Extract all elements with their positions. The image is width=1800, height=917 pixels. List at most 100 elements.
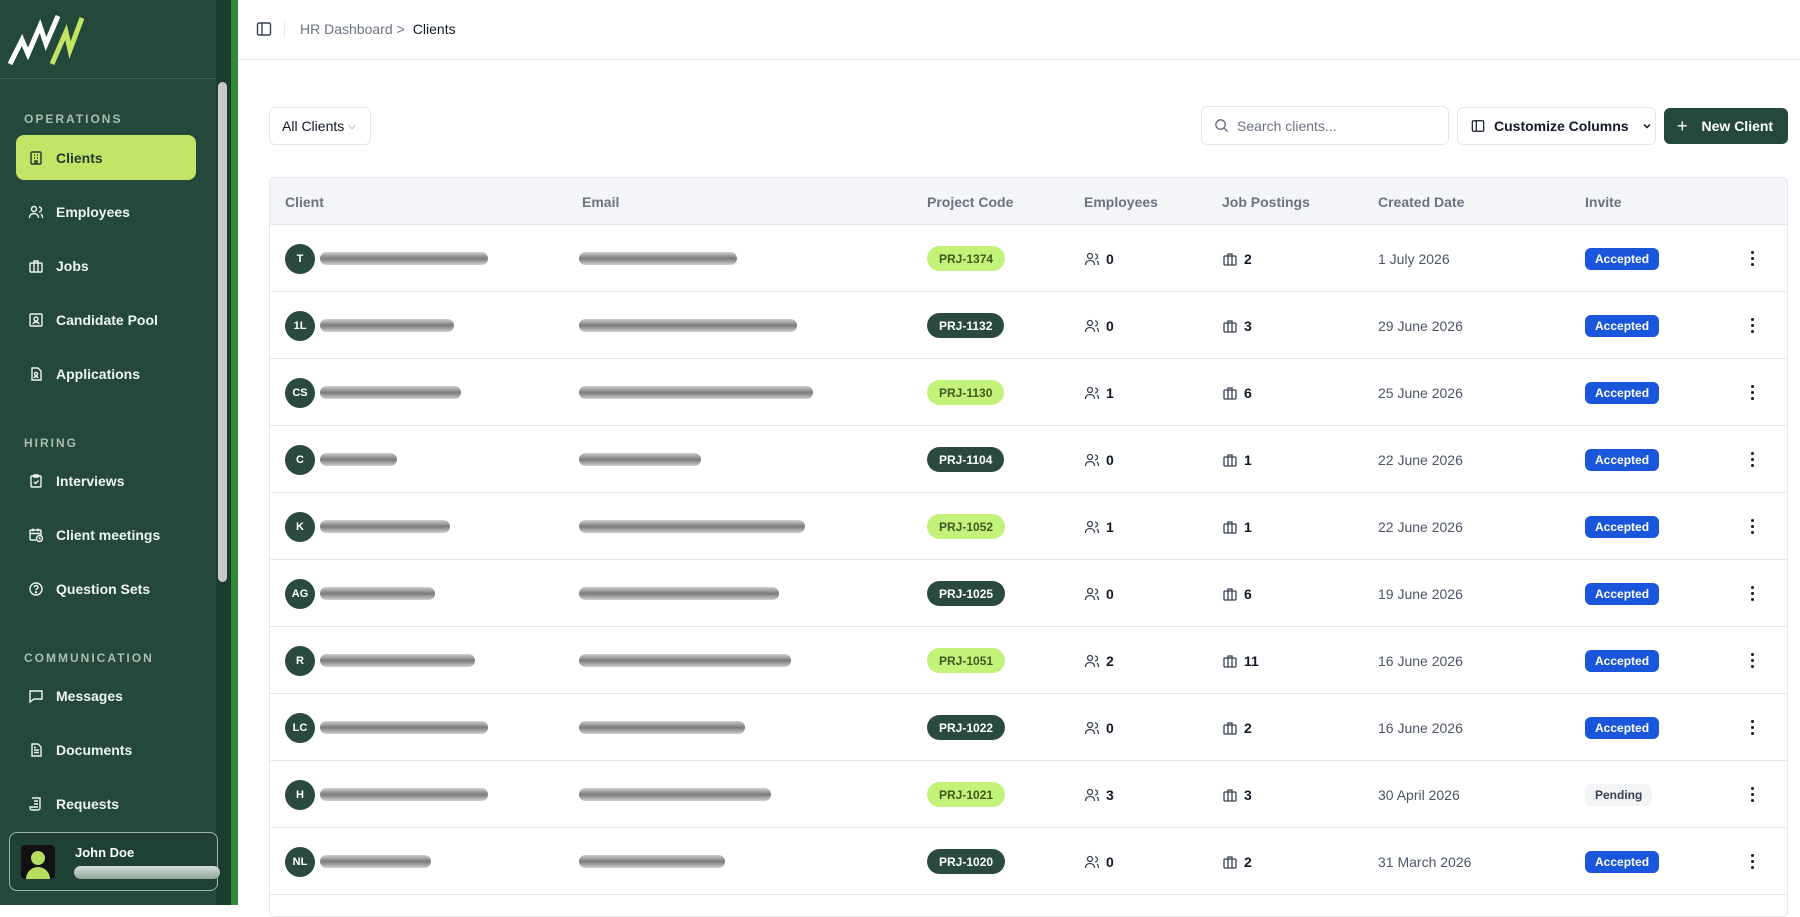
briefcase-icon bbox=[1223, 520, 1237, 534]
users-icon bbox=[1084, 788, 1100, 801]
sidebar-item-documents[interactable]: Documents bbox=[16, 727, 196, 772]
actions-cell bbox=[1742, 359, 1762, 426]
table-row[interactable]: LC PRJ-1022 0 2 16 June 2026 Accepted bbox=[270, 694, 1787, 761]
more-actions-icon[interactable] bbox=[1742, 852, 1762, 872]
client-name-redacted[interactable] bbox=[320, 855, 431, 868]
column-header-invite[interactable]: Invite bbox=[1585, 194, 1622, 210]
created-date: 16 June 2026 bbox=[1378, 719, 1463, 736]
more-actions-icon[interactable] bbox=[1742, 450, 1762, 470]
more-actions-icon[interactable] bbox=[1742, 517, 1762, 537]
email-redacted bbox=[579, 855, 725, 868]
table-row[interactable]: NL PRJ-1020 0 2 31 March 2026 Accepted bbox=[270, 828, 1787, 895]
job-postings-cell: 3 bbox=[1222, 761, 1252, 828]
project-code-cell: PRJ-1020 bbox=[927, 828, 1006, 895]
column-header-job-postings[interactable]: Job Postings bbox=[1222, 194, 1310, 210]
column-header-employees[interactable]: Employees bbox=[1084, 194, 1158, 210]
table-row[interactable]: AG PRJ-1025 0 6 19 June 2026 Accepted bbox=[270, 560, 1787, 627]
table-row[interactable]: CS PRJ-1130 1 6 25 June 2026 Accepted bbox=[270, 359, 1787, 426]
sidebar-item-jobs[interactable]: Jobs bbox=[16, 243, 196, 288]
invite-status-badge: Accepted bbox=[1585, 381, 1660, 404]
client-name-redacted[interactable] bbox=[320, 654, 475, 667]
client-name-redacted[interactable] bbox=[320, 453, 397, 466]
project-code-badge: PRJ-1104 bbox=[927, 447, 1005, 472]
client-filter-label: All Clients bbox=[282, 118, 345, 134]
sidebar-item-interviews[interactable]: Interviews bbox=[16, 458, 196, 503]
table-row[interactable]: C PRJ-1104 0 1 22 June 2026 Accepted bbox=[270, 426, 1787, 493]
job-postings-count: 1 bbox=[1244, 518, 1252, 535]
table-row[interactable]: 1L PRJ-1132 0 3 29 June 2026 Accepted bbox=[270, 292, 1787, 359]
client-name-redacted[interactable] bbox=[320, 721, 488, 734]
more-actions-icon[interactable] bbox=[1742, 383, 1762, 403]
sidebar-item-applications[interactable]: Applications bbox=[16, 351, 196, 396]
briefcase-icon bbox=[1223, 788, 1237, 802]
breadcrumb-parent[interactable]: HR Dashboard bbox=[300, 21, 393, 37]
logo-divider bbox=[0, 78, 216, 79]
job-postings-cell: 6 bbox=[1222, 560, 1252, 627]
new-client-button[interactable]: + New Client bbox=[1664, 108, 1788, 144]
invite-status-badge: Accepted bbox=[1585, 582, 1660, 605]
user-email-redacted bbox=[74, 866, 220, 879]
more-actions-icon[interactable] bbox=[1742, 249, 1762, 269]
briefcase-icon bbox=[1223, 587, 1237, 601]
briefcase-icon bbox=[1223, 386, 1237, 400]
sidebar-item-label: Applications bbox=[56, 365, 141, 382]
more-actions-icon[interactable] bbox=[1742, 785, 1762, 805]
customize-columns-button[interactable]: Customize Columns bbox=[1457, 107, 1656, 145]
section-title-operations: OPERATIONS bbox=[24, 112, 123, 126]
more-actions-icon[interactable] bbox=[1742, 718, 1762, 738]
column-header-created-date[interactable]: Created Date bbox=[1378, 194, 1464, 210]
column-header-email[interactable]: Email bbox=[582, 194, 619, 210]
sidebar-scrollbar[interactable] bbox=[218, 82, 227, 582]
employees-cell: 1 bbox=[1084, 493, 1114, 560]
sidebar-item-question-sets[interactable]: Question Sets bbox=[16, 566, 196, 611]
briefcase-icon bbox=[1223, 855, 1237, 869]
client-name-redacted[interactable] bbox=[320, 386, 461, 399]
table-row[interactable]: K PRJ-1052 1 1 22 June 2026 Accepted bbox=[270, 493, 1787, 560]
more-actions-icon[interactable] bbox=[1742, 651, 1762, 671]
table-row[interactable]: R PRJ-1051 2 11 16 June 2026 Accepted bbox=[270, 627, 1787, 694]
table-row[interactable]: H PRJ-1021 3 3 30 April 2026 Pending bbox=[270, 761, 1787, 828]
user-profile-card[interactable]: John Doe bbox=[9, 832, 220, 891]
invite-cell: Accepted bbox=[1585, 627, 1660, 694]
invite-status-badge: Accepted bbox=[1585, 716, 1660, 739]
more-actions-icon[interactable] bbox=[1742, 316, 1762, 336]
email-cell bbox=[574, 225, 737, 292]
brand-logo[interactable] bbox=[8, 10, 84, 66]
column-header-client[interactable]: Client bbox=[285, 194, 324, 210]
column-header-project-code[interactable]: Project Code bbox=[927, 194, 1013, 210]
client-name-redacted[interactable] bbox=[320, 587, 435, 600]
top-bar: HR Dashboard > Clients bbox=[238, 0, 1800, 60]
client-name-redacted[interactable] bbox=[320, 788, 488, 801]
sidebar-item-employees[interactable]: Employees bbox=[16, 189, 196, 234]
sidebar-item-clients[interactable]: Clients bbox=[16, 135, 196, 180]
project-code-cell: PRJ-1025 bbox=[927, 560, 1006, 627]
sidebar-toggle-icon[interactable] bbox=[256, 21, 272, 37]
sidebar-item-candidate-pool[interactable]: Candidate Pool bbox=[16, 297, 196, 342]
email-cell bbox=[574, 761, 771, 828]
customize-columns-label: Customize Columns bbox=[1494, 118, 1629, 134]
project-code-badge: PRJ-1052 bbox=[927, 514, 1006, 539]
table-row[interactable]: T PRJ-1374 0 2 1 July 2026 Accepted bbox=[270, 225, 1787, 292]
job-postings-count: 3 bbox=[1244, 786, 1252, 803]
search-box[interactable] bbox=[1201, 106, 1449, 145]
project-code-badge: PRJ-1020 bbox=[927, 849, 1006, 874]
employees-count: 0 bbox=[1106, 317, 1114, 334]
new-client-label: New Client bbox=[1701, 118, 1774, 134]
users-icon bbox=[1084, 252, 1100, 265]
sidebar-item-label: Interviews bbox=[56, 472, 125, 489]
client-avatar: H bbox=[285, 779, 315, 810]
more-actions-icon[interactable] bbox=[1742, 584, 1762, 604]
client-name-redacted[interactable] bbox=[320, 520, 450, 533]
users-icon bbox=[1084, 453, 1100, 466]
sidebar-item-client-meetings[interactable]: Client meetings bbox=[16, 512, 196, 557]
sidebar-item-requests[interactable]: Requests bbox=[16, 781, 196, 826]
client-name-redacted[interactable] bbox=[320, 319, 454, 332]
client-filter-dropdown[interactable]: All Clients ⌵ bbox=[269, 107, 371, 145]
topbar-divider bbox=[284, 20, 285, 38]
users-icon bbox=[1084, 520, 1100, 533]
email-cell bbox=[574, 828, 725, 895]
client-name-redacted[interactable] bbox=[320, 252, 488, 265]
search-input[interactable] bbox=[1237, 117, 1437, 134]
chevron-down-icon: ⌵ bbox=[348, 120, 356, 132]
sidebar-item-messages[interactable]: Messages bbox=[16, 673, 196, 718]
